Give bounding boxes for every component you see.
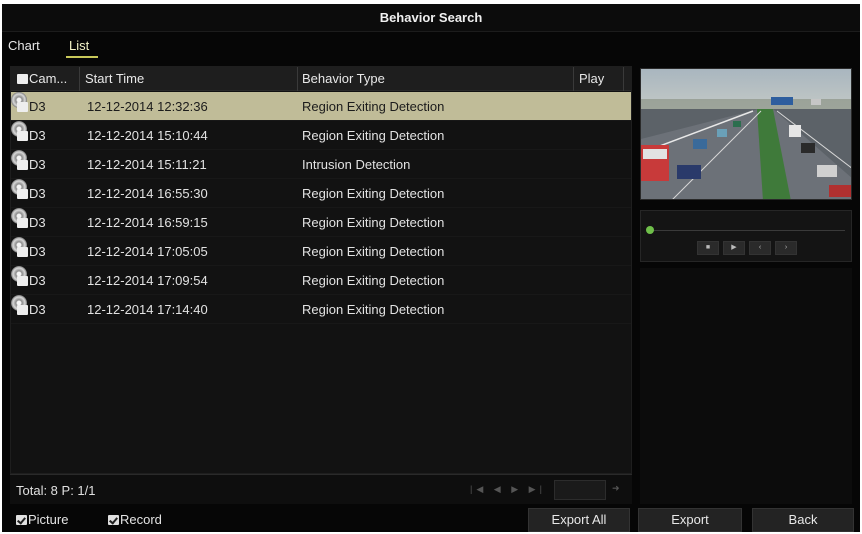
table-row[interactable]: D3 12-12-2014 17:09:54 Region Exiting Dete…	[11, 266, 631, 295]
behavior-type-cell: Region Exiting Detection	[302, 128, 445, 143]
behavior-type-cell: Region Exiting Detection	[302, 186, 445, 201]
camera-cell: D3	[17, 186, 46, 201]
export-all-button[interactable]: Export All	[528, 508, 630, 532]
column-divider[interactable]	[297, 67, 298, 91]
step-forward-icon[interactable]: ›	[775, 241, 797, 255]
row-checkbox[interactable]	[17, 247, 28, 257]
start-time-cell: 12-12-2014 16:55:30	[87, 186, 208, 201]
select-all-checkbox[interactable]	[17, 74, 28, 84]
camera-cell: D3	[17, 157, 46, 172]
behavior-type-cell: Region Exiting Detection	[302, 215, 445, 230]
column-divider[interactable]	[79, 67, 80, 91]
start-time-cell: 12-12-2014 16:59:15	[87, 215, 208, 230]
record-checkbox[interactable]: Record	[108, 512, 162, 527]
table-row[interactable]: D3 12-12-2014 17:14:40 Region Exiting Dete…	[11, 295, 631, 324]
highway-thumbnail	[641, 69, 851, 199]
table-row[interactable]: D3 12-12-2014 15:11:21 Intrusion Detection	[11, 150, 631, 179]
table-row[interactable]: D3 12-12-2014 12:32:36 Region Exiting Dete…	[11, 92, 631, 121]
start-time-cell: 12-12-2014 12:32:36	[87, 99, 208, 114]
progress-track[interactable]	[649, 230, 845, 231]
preview-info-area	[640, 268, 852, 504]
camera-name: D3	[29, 215, 46, 230]
behavior-type-cell: Region Exiting Detection	[302, 302, 445, 317]
tab-chart[interactable]: Chart	[8, 38, 40, 53]
results-table: Cam... Start Time Behavior Type Play D3 1…	[10, 66, 632, 474]
table-body: D3 12-12-2014 12:32:36 Region Exiting Dete…	[11, 92, 631, 324]
start-time-cell: 12-12-2014 15:10:44	[87, 128, 208, 143]
prev-page-icon[interactable]: ◀	[494, 484, 505, 494]
play-icon[interactable]: ▶	[723, 241, 745, 255]
column-divider[interactable]	[573, 67, 574, 91]
row-checkbox[interactable]	[17, 160, 28, 170]
camera-cell: D3	[17, 302, 46, 317]
behavior-type-cell: Region Exiting Detection	[302, 244, 445, 259]
tab-list[interactable]: List	[69, 38, 89, 53]
record-label: Record	[120, 512, 162, 527]
back-button[interactable]: Back	[752, 508, 854, 532]
table-row[interactable]: D3 12-12-2014 17:05:05 Region Exiting Dete…	[11, 237, 631, 266]
row-checkbox[interactable]	[17, 189, 28, 199]
header-start-time[interactable]: Start Time	[85, 71, 144, 86]
export-button[interactable]: Export	[638, 508, 742, 532]
camera-cell: D3	[17, 128, 46, 143]
page-number-input[interactable]	[554, 480, 606, 500]
table-row[interactable]: D3 12-12-2014 16:55:30 Region Exiting Dete…	[11, 179, 631, 208]
camera-cell: D3	[17, 99, 46, 114]
stop-icon[interactable]: ■	[697, 241, 719, 255]
header-play: Play	[579, 71, 605, 86]
camera-cell: D3	[17, 244, 46, 259]
last-page-icon[interactable]: ▶|	[529, 484, 546, 494]
progress-knob[interactable]	[646, 226, 654, 234]
record-check-icon[interactable]	[108, 515, 119, 525]
video-preview	[640, 68, 852, 200]
behavior-search-window: Behavior Search Chart List Cam... Start …	[2, 4, 860, 532]
row-checkbox[interactable]	[17, 218, 28, 228]
camera-cell: D3	[17, 273, 46, 288]
camera-name: D3	[29, 302, 46, 317]
camera-name: D3	[29, 157, 46, 172]
camera-name: D3	[29, 273, 46, 288]
header-camera-label: Cam...	[29, 71, 68, 86]
column-divider	[623, 67, 624, 91]
picture-label: Picture	[28, 512, 69, 527]
behavior-type-cell: Intrusion Detection	[302, 157, 411, 172]
start-time-cell: 12-12-2014 15:11:21	[87, 157, 207, 172]
row-checkbox[interactable]	[17, 131, 28, 141]
table-footer: Total: 8 P: 1/1 |◀ ◀ ▶ ▶| ➜	[10, 474, 632, 504]
window-title: Behavior Search	[379, 10, 483, 25]
title-bar: Behavior Search	[2, 4, 860, 32]
total-count: Total: 8 P: 1/1	[16, 483, 96, 498]
table-row[interactable]: D3 12-12-2014 15:10:44 Region Exiting Dete…	[11, 121, 631, 150]
active-tab-indicator	[66, 56, 98, 58]
header-behavior-type[interactable]: Behavior Type	[302, 71, 385, 86]
playback-controls: ■ ▶ ‹ ›	[640, 210, 852, 262]
picture-checkbox[interactable]: Picture	[16, 512, 68, 527]
start-time-cell: 12-12-2014 17:14:40	[87, 302, 208, 317]
start-time-cell: 12-12-2014 17:09:54	[87, 273, 208, 288]
behavior-type-cell: Region Exiting Detection	[302, 273, 445, 288]
camera-cell: D3	[17, 215, 46, 230]
camera-name: D3	[29, 99, 46, 114]
camera-name: D3	[29, 244, 46, 259]
camera-name: D3	[29, 186, 46, 201]
step-back-icon[interactable]: ‹	[749, 241, 771, 255]
camera-name: D3	[29, 128, 46, 143]
table-header: Cam... Start Time Behavior Type Play	[11, 67, 631, 91]
pager: |◀ ◀ ▶ ▶|	[470, 484, 546, 495]
row-checkbox[interactable]	[17, 276, 28, 286]
go-page-icon[interactable]: ➜	[612, 483, 620, 494]
behavior-type-cell: Region Exiting Detection	[302, 99, 445, 114]
bottom-bar: Picture Record Export All Export Back	[2, 506, 860, 532]
row-checkbox[interactable]	[17, 305, 28, 315]
row-checkbox[interactable]	[17, 102, 28, 112]
picture-check-icon[interactable]	[16, 515, 27, 525]
header-camera[interactable]: Cam...	[17, 71, 67, 86]
next-page-icon[interactable]: ▶	[511, 484, 522, 494]
first-page-icon[interactable]: |◀	[470, 484, 487, 494]
table-row[interactable]: D3 12-12-2014 16:59:15 Region Exiting Dete…	[11, 208, 631, 237]
start-time-cell: 12-12-2014 17:05:05	[87, 244, 208, 259]
